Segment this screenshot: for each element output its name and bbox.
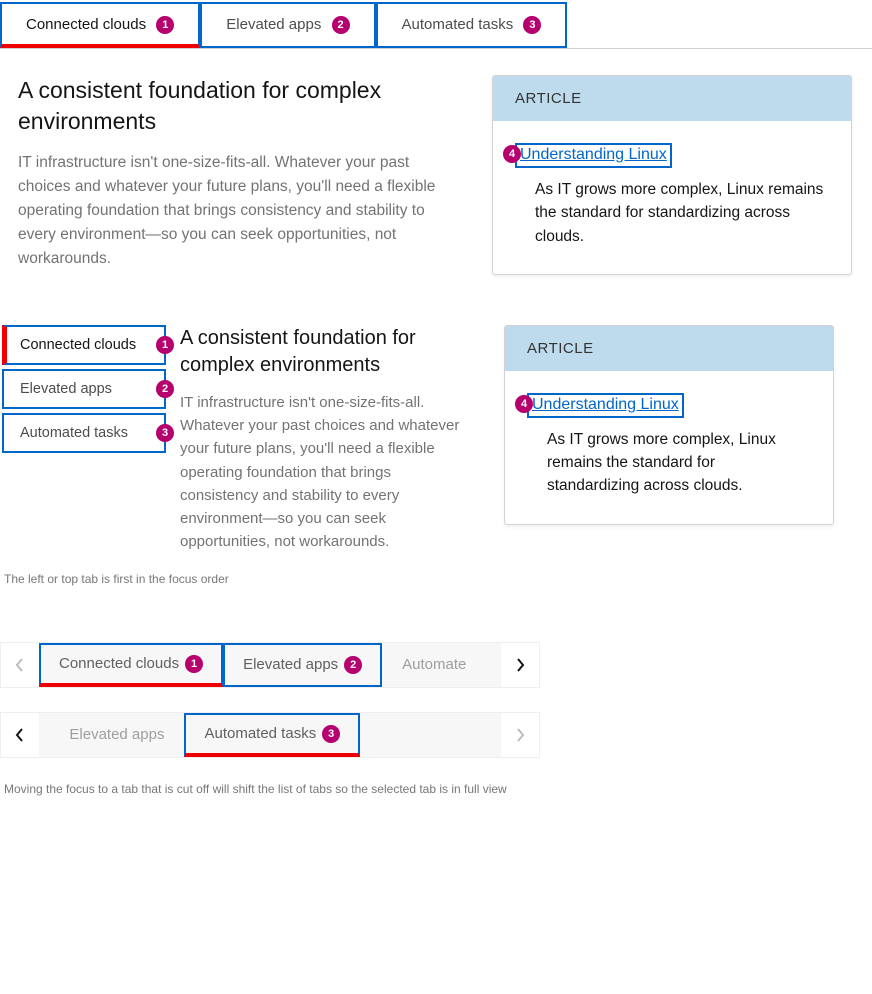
tab-elevated-apps[interactable]: Elevated apps — [49, 713, 184, 757]
horizontal-tabs-example: Connected clouds 1 Elevated apps 2 Autom… — [0, 0, 872, 275]
tab-elevated-apps[interactable]: Elevated apps 2 — [200, 2, 375, 48]
chevron-left-icon — [15, 728, 25, 742]
tab-connected-clouds[interactable]: Connected clouds 1 — [39, 643, 223, 687]
article-card: ARTICLE 4 Understanding Linux As IT grow… — [504, 325, 834, 525]
scroll-left-button[interactable] — [1, 713, 39, 757]
focus-order-badge: 3 — [523, 16, 541, 34]
focus-order-badge: 1 — [156, 336, 174, 354]
overflow-tabs-examples: Connected clouds 1 Elevated apps 2 Autom… — [0, 642, 872, 758]
article-card: ARTICLE 4 Understanding Linux As IT grow… — [492, 75, 852, 275]
tab-content: A consistent foundation for complex envi… — [180, 325, 470, 554]
focus-order-badge: 1 — [156, 16, 174, 34]
tab-content: A consistent foundation for complex envi… — [18, 75, 452, 271]
content-row: A consistent foundation for complex envi… — [0, 75, 872, 275]
tab-label: Elevated apps — [226, 16, 321, 33]
focus-order-badge: 2 — [156, 380, 174, 398]
content-heading: A consistent foundation for complex envi… — [180, 325, 470, 379]
content-heading: A consistent foundation for complex envi… — [18, 75, 452, 137]
tab-label: Elevated apps — [20, 381, 112, 397]
tab-automated-tasks-partial[interactable]: Automate — [382, 643, 486, 687]
tab-label: Connected clouds — [59, 655, 179, 672]
tab-automated-tasks[interactable]: Automated tasks 3 — [2, 413, 166, 453]
focus-order-badge: 3 — [156, 424, 174, 442]
focus-order-badge: 4 — [503, 145, 521, 163]
caption: Moving the focus to a tab that is cut of… — [4, 782, 872, 796]
tab-label: Automated tasks — [402, 16, 514, 33]
tab-label: Automated tasks — [204, 725, 316, 742]
tab-label: Automated tasks — [20, 425, 128, 441]
tab-label: Elevated apps — [69, 726, 164, 743]
tab-label: Connected clouds — [26, 16, 146, 33]
overflow-bar-shifted: ted clouds Elevated apps Automated tasks… — [0, 712, 540, 758]
card-text: As IT grows more complex, Linux remains … — [547, 428, 811, 498]
chevron-right-icon — [515, 658, 525, 672]
tab-automated-tasks[interactable]: Automated tasks 3 — [184, 713, 360, 757]
tab-label: Connected clouds — [20, 337, 136, 353]
card-text: As IT grows more complex, Linux remains … — [535, 178, 829, 248]
scroll-right-button[interactable] — [501, 713, 539, 757]
focus-order-badge: 2 — [344, 656, 362, 674]
tab-automated-tasks[interactable]: Automated tasks 3 — [376, 2, 568, 48]
tab-label: Elevated apps — [243, 656, 338, 673]
scroll-right-button[interactable] — [501, 643, 539, 687]
tab-elevated-apps[interactable]: Elevated apps 2 — [2, 369, 166, 409]
card-link[interactable]: Understanding Linux — [515, 143, 672, 168]
scroll-left-button[interactable] — [1, 643, 39, 687]
focus-order-badge: 1 — [185, 655, 203, 673]
vertical-tab-list: Connected clouds 1 Elevated apps 2 Autom… — [2, 325, 166, 457]
focus-order-badge: 2 — [332, 16, 350, 34]
caption: The left or top tab is first in the focu… — [4, 572, 872, 586]
vertical-tabs-example: Connected clouds 1 Elevated apps 2 Autom… — [0, 325, 872, 554]
card-eyebrow: ARTICLE — [493, 76, 851, 121]
content-body: IT infrastructure isn't one-size-fits-al… — [180, 391, 470, 554]
horizontal-tab-list: Connected clouds 1 Elevated apps 2 Autom… — [0, 0, 872, 49]
focus-order-badge: 3 — [322, 725, 340, 743]
tab-connected-clouds[interactable]: Connected clouds 1 — [2, 325, 166, 365]
overflow-bar-start: Connected clouds 1 Elevated apps 2 Autom… — [0, 642, 540, 688]
card-eyebrow: ARTICLE — [505, 326, 833, 371]
chevron-left-icon — [15, 658, 25, 672]
tab-label: Automate — [402, 656, 466, 673]
focus-order-badge: 4 — [515, 395, 533, 413]
chevron-right-icon — [515, 728, 525, 742]
card-link[interactable]: Understanding Linux — [527, 393, 684, 418]
content-body: IT infrastructure isn't one-size-fits-al… — [18, 151, 452, 271]
tab-connected-clouds[interactable]: Connected clouds 1 — [0, 2, 200, 48]
tab-elevated-apps[interactable]: Elevated apps 2 — [223, 643, 382, 687]
